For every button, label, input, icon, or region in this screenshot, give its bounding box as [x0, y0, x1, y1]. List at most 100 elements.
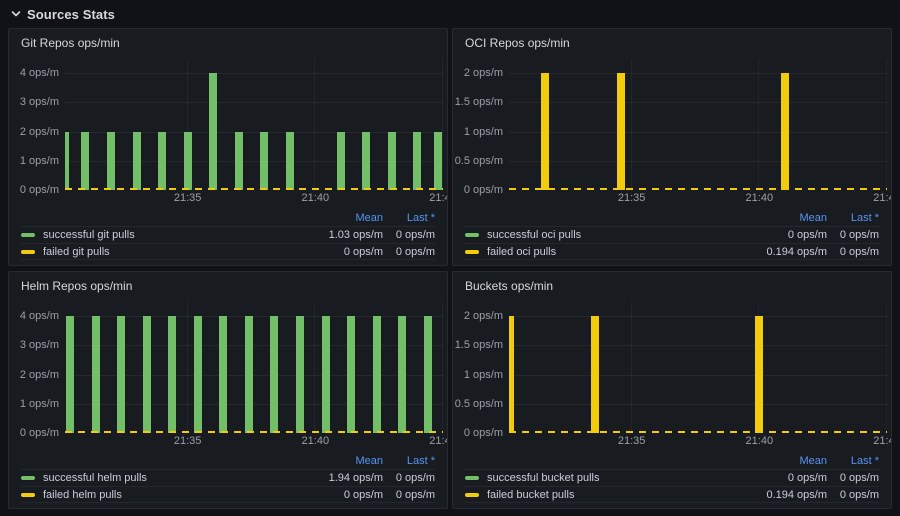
- panel-title[interactable]: Buckets ops/min: [453, 272, 891, 298]
- series-toggle[interactable]: failed git pulls: [21, 246, 291, 258]
- zero-line-dashed: [65, 188, 443, 190]
- panel-title[interactable]: OCI Repos ops/min: [453, 29, 891, 55]
- bar: [322, 316, 330, 433]
- legend-header: MeanLast *: [21, 452, 435, 469]
- y-axis-tick-label: 0 ops/m: [464, 427, 503, 439]
- bar: [373, 316, 381, 433]
- series-toggle[interactable]: successful git pulls: [21, 229, 291, 241]
- series-color-swatch-yellow: [21, 250, 35, 254]
- series-color-swatch-yellow: [21, 493, 35, 497]
- legend-row: failed git pulls0 ops/m0 ops/m: [21, 243, 435, 260]
- series-toggle[interactable]: successful helm pulls: [21, 472, 291, 484]
- x-axis-tick-label: 21:45: [873, 192, 892, 204]
- x-axis-tick-label: 21:35: [618, 192, 646, 204]
- series-color-swatch-green: [465, 476, 479, 480]
- bar: [133, 132, 141, 191]
- series-toggle[interactable]: failed bucket pulls: [465, 489, 735, 501]
- panel-helm-repos-ops-min: Helm Repos ops/min 4 ops/m3 ops/m2 ops/m1…: [8, 271, 448, 509]
- gridline-vertical: [758, 59, 759, 190]
- bar: [781, 73, 789, 190]
- legend-column-header-mean[interactable]: Mean: [735, 212, 827, 224]
- plot-area[interactable]: [65, 59, 443, 190]
- series-color-swatch-yellow: [465, 493, 479, 497]
- bar: [509, 316, 514, 433]
- x-axis-tick-label: 21:40: [746, 192, 774, 204]
- section-title: Sources Stats: [27, 7, 115, 22]
- series-mean-value: 0 ops/m: [735, 472, 827, 484]
- gridline-vertical: [886, 59, 887, 190]
- y-axis-tick-label: 1 ops/m: [464, 126, 503, 138]
- gridline-horizontal: [509, 161, 887, 162]
- legend-row: successful oci pulls0 ops/m0 ops/m: [465, 226, 879, 243]
- dashboard: Sources Stats Git Repos ops/min 4 ops/m3 …: [0, 0, 900, 509]
- legend-row: failed bucket pulls0.194 ops/m0 ops/m: [465, 486, 879, 503]
- gridline-vertical: [442, 302, 443, 433]
- x-axis-tick-label: 21:40: [746, 435, 774, 447]
- y-axis: 2 ops/m1.5 ops/m1 ops/m0.5 ops/m0 ops/m: [453, 59, 509, 190]
- chart-area: 4 ops/m3 ops/m2 ops/m1 ops/m0 ops/m: [9, 302, 447, 433]
- bar: [541, 73, 549, 190]
- series-last-value: 0 ops/m: [383, 489, 435, 501]
- series-toggle[interactable]: successful oci pulls: [465, 229, 735, 241]
- y-axis-tick-label: 1.5 ops/m: [455, 339, 503, 351]
- series-color-swatch-green: [465, 233, 479, 237]
- bar: [260, 132, 268, 191]
- bar: [591, 316, 599, 433]
- chart-area: 2 ops/m1.5 ops/m1 ops/m0.5 ops/m0 ops/m: [453, 302, 891, 433]
- gridline-horizontal: [509, 102, 887, 103]
- legend-column-header-mean[interactable]: Mean: [291, 455, 383, 467]
- series-toggle[interactable]: failed helm pulls: [21, 489, 291, 501]
- y-axis-tick-label: 0 ops/m: [20, 427, 59, 439]
- plot-area[interactable]: [509, 59, 887, 190]
- series-label: successful oci pulls: [487, 229, 581, 241]
- x-axis: 21:3521:4021:45: [65, 435, 443, 450]
- y-axis-tick-label: 3 ops/m: [20, 339, 59, 351]
- section-header-sources-stats[interactable]: Sources Stats: [0, 0, 900, 28]
- gridline-horizontal: [65, 132, 443, 133]
- legend-column-header-mean[interactable]: Mean: [735, 455, 827, 467]
- bar: [107, 132, 115, 191]
- legend-column-header-mean[interactable]: Mean: [291, 212, 383, 224]
- bar: [194, 316, 202, 433]
- plot-area[interactable]: [509, 302, 887, 433]
- series-toggle[interactable]: successful bucket pulls: [465, 472, 735, 484]
- panel-title[interactable]: Git Repos ops/min: [9, 29, 447, 55]
- series-label: failed helm pulls: [43, 489, 122, 501]
- y-axis-tick-label: 1.5 ops/m: [455, 96, 503, 108]
- x-axis-tick-label: 21:35: [618, 435, 646, 447]
- legend-column-header-last[interactable]: Last *: [827, 455, 879, 467]
- legend-column-header-last[interactable]: Last *: [827, 212, 879, 224]
- bar: [755, 316, 763, 433]
- y-axis: 2 ops/m1.5 ops/m1 ops/m0.5 ops/m0 ops/m: [453, 302, 509, 433]
- bar: [337, 132, 345, 191]
- series-toggle[interactable]: failed oci pulls: [465, 246, 735, 258]
- legend-column-header-last[interactable]: Last *: [383, 212, 435, 224]
- gridline-vertical: [314, 59, 315, 190]
- bar: [245, 316, 253, 433]
- panel-buckets-ops-min: Buckets ops/min 2 ops/m1.5 ops/m1 ops/m0.…: [452, 271, 892, 509]
- panel-title[interactable]: Helm Repos ops/min: [9, 272, 447, 298]
- bar: [66, 316, 74, 433]
- x-axis-tick-label: 21:45: [873, 435, 892, 447]
- series-mean-value: 0 ops/m: [735, 229, 827, 241]
- bar: [413, 132, 421, 191]
- y-axis: 4 ops/m3 ops/m2 ops/m1 ops/m0 ops/m: [9, 59, 65, 190]
- series-last-value: 0 ops/m: [827, 472, 879, 484]
- bar: [219, 316, 227, 433]
- bar: [388, 132, 396, 191]
- bar: [286, 132, 294, 191]
- bar: [617, 73, 625, 190]
- zero-line-dashed: [509, 188, 887, 190]
- bar: [235, 132, 243, 191]
- x-axis: 21:3521:4021:45: [65, 192, 443, 207]
- series-color-swatch-green: [21, 233, 35, 237]
- bar: [143, 316, 151, 433]
- series-last-value: 0 ops/m: [383, 246, 435, 258]
- x-axis-tick-label: 21:35: [174, 192, 202, 204]
- x-axis: 21:3521:4021:45: [509, 192, 887, 207]
- bar: [117, 316, 125, 433]
- series-mean-value: 1.94 ops/m: [291, 472, 383, 484]
- gridline-horizontal: [65, 102, 443, 103]
- legend-column-header-last[interactable]: Last *: [383, 455, 435, 467]
- plot-area[interactable]: [65, 302, 443, 433]
